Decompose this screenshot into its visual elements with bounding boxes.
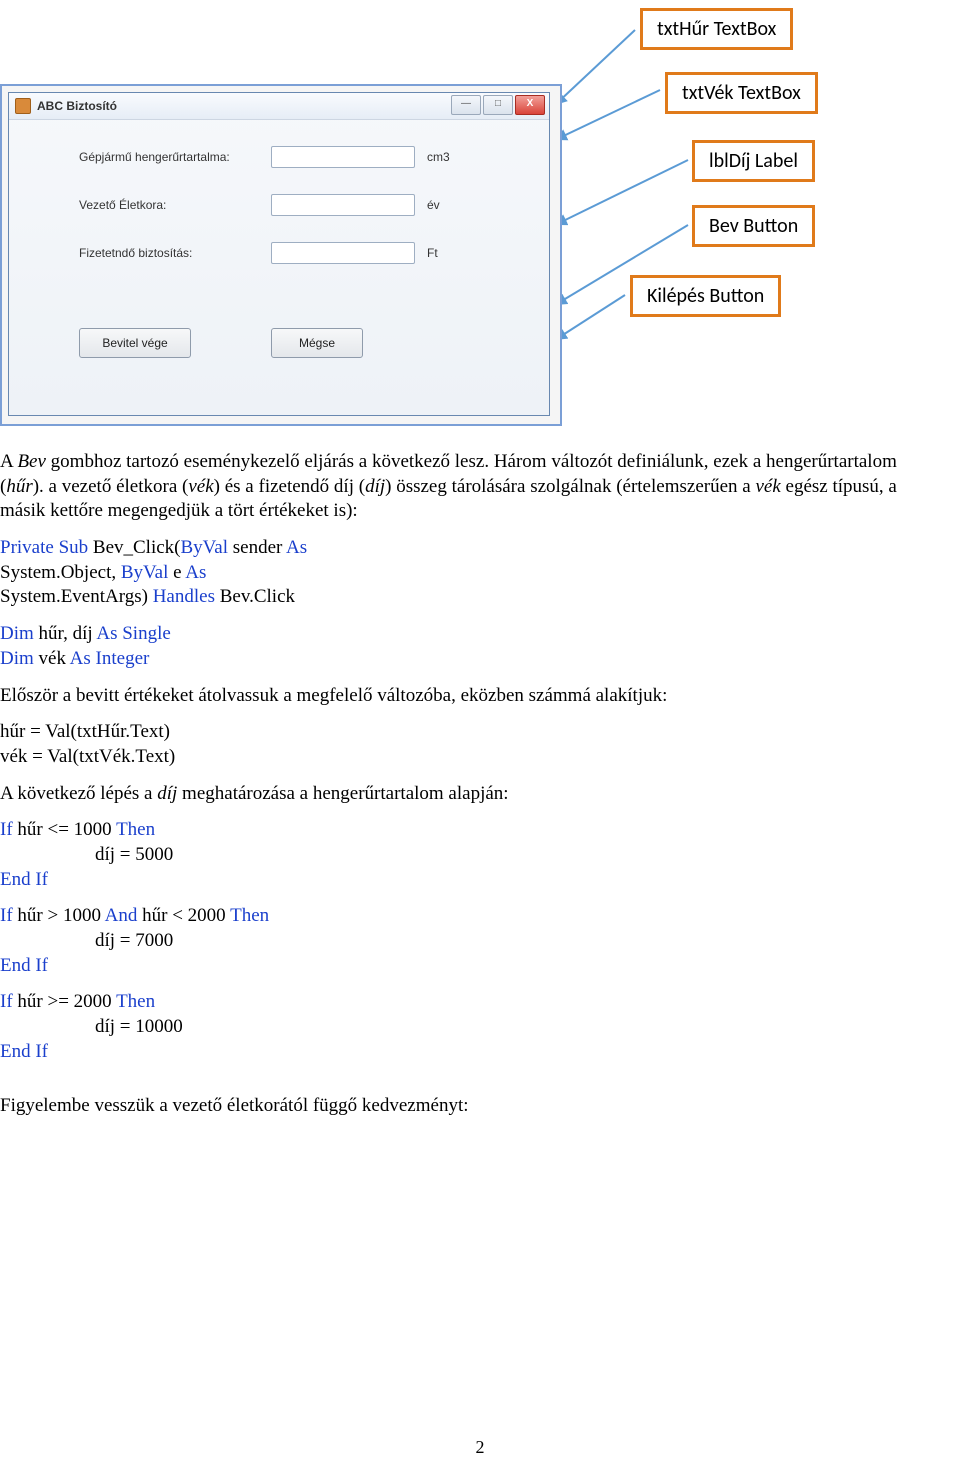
code-val: hűr = Val(txtHűr.Text) vék = Val(txtVék.… xyxy=(0,720,900,769)
unit-hur: cm3 xyxy=(427,150,450,164)
para-3: A következő lépés a díj meghatározása a … xyxy=(0,782,900,807)
para-1: A Bev gombhoz tartozó eseménykezelő eljá… xyxy=(0,450,900,524)
megse-button[interactable]: Mégse xyxy=(271,328,363,358)
callout-kilepes: Kilépés Button xyxy=(630,275,781,317)
para-2: Először a bevitt értékeket átolvassuk a … xyxy=(0,684,900,709)
callout-bev: Bev Button xyxy=(692,205,815,247)
app-window: ABC Biztosító — □ X Gépjármű hengerűrtar… xyxy=(8,92,550,416)
code-dim-1: Dim hűr, díj As Single Dim vék As Intege… xyxy=(0,622,900,671)
code-if-1: If hűr <= 1000 Then díj = 5000 End If xyxy=(0,818,900,892)
unit-vek: év xyxy=(427,198,440,212)
input-hur[interactable] xyxy=(271,146,415,168)
input-vek[interactable] xyxy=(271,194,415,216)
callout-txthur: txtHűr TextBox xyxy=(640,8,793,50)
titlebar: ABC Biztosító — □ X xyxy=(9,93,549,120)
window-title: ABC Biztosító xyxy=(37,99,117,113)
label-dij-value xyxy=(271,242,415,264)
document-text: A Bev gombhoz tartozó eseménykezelő eljá… xyxy=(0,450,930,1131)
code-if-3: If hűr >= 2000 Then díj = 10000 End If xyxy=(0,990,900,1064)
callout-txtvek: txtVék TextBox xyxy=(665,72,818,114)
minimize-button[interactable]: — xyxy=(451,95,481,115)
unit-dij: Ft xyxy=(427,246,438,260)
callout-lbldij: lblDíj Label xyxy=(692,140,815,182)
label-hur: Gépjármű hengerűrtartalma: xyxy=(79,150,230,164)
code-sub-decl: Private Sub Bev_Click(ByVal sender As Sy… xyxy=(0,536,900,610)
label-dij: Fizetetndő biztosítás: xyxy=(79,246,192,260)
label-vek: Vezető Életkora: xyxy=(79,198,166,212)
bev-button[interactable]: Bevitel vége xyxy=(79,328,191,358)
page-number: 2 xyxy=(0,1437,960,1458)
code-if-2: If hűr > 1000 And hűr < 2000 Then díj = … xyxy=(0,904,900,978)
close-button[interactable]: X xyxy=(515,95,545,115)
para-4: Figyelembe vesszük a vezető életkorától … xyxy=(0,1094,900,1119)
app-icon xyxy=(15,98,31,114)
maximize-button[interactable]: □ xyxy=(483,95,513,115)
